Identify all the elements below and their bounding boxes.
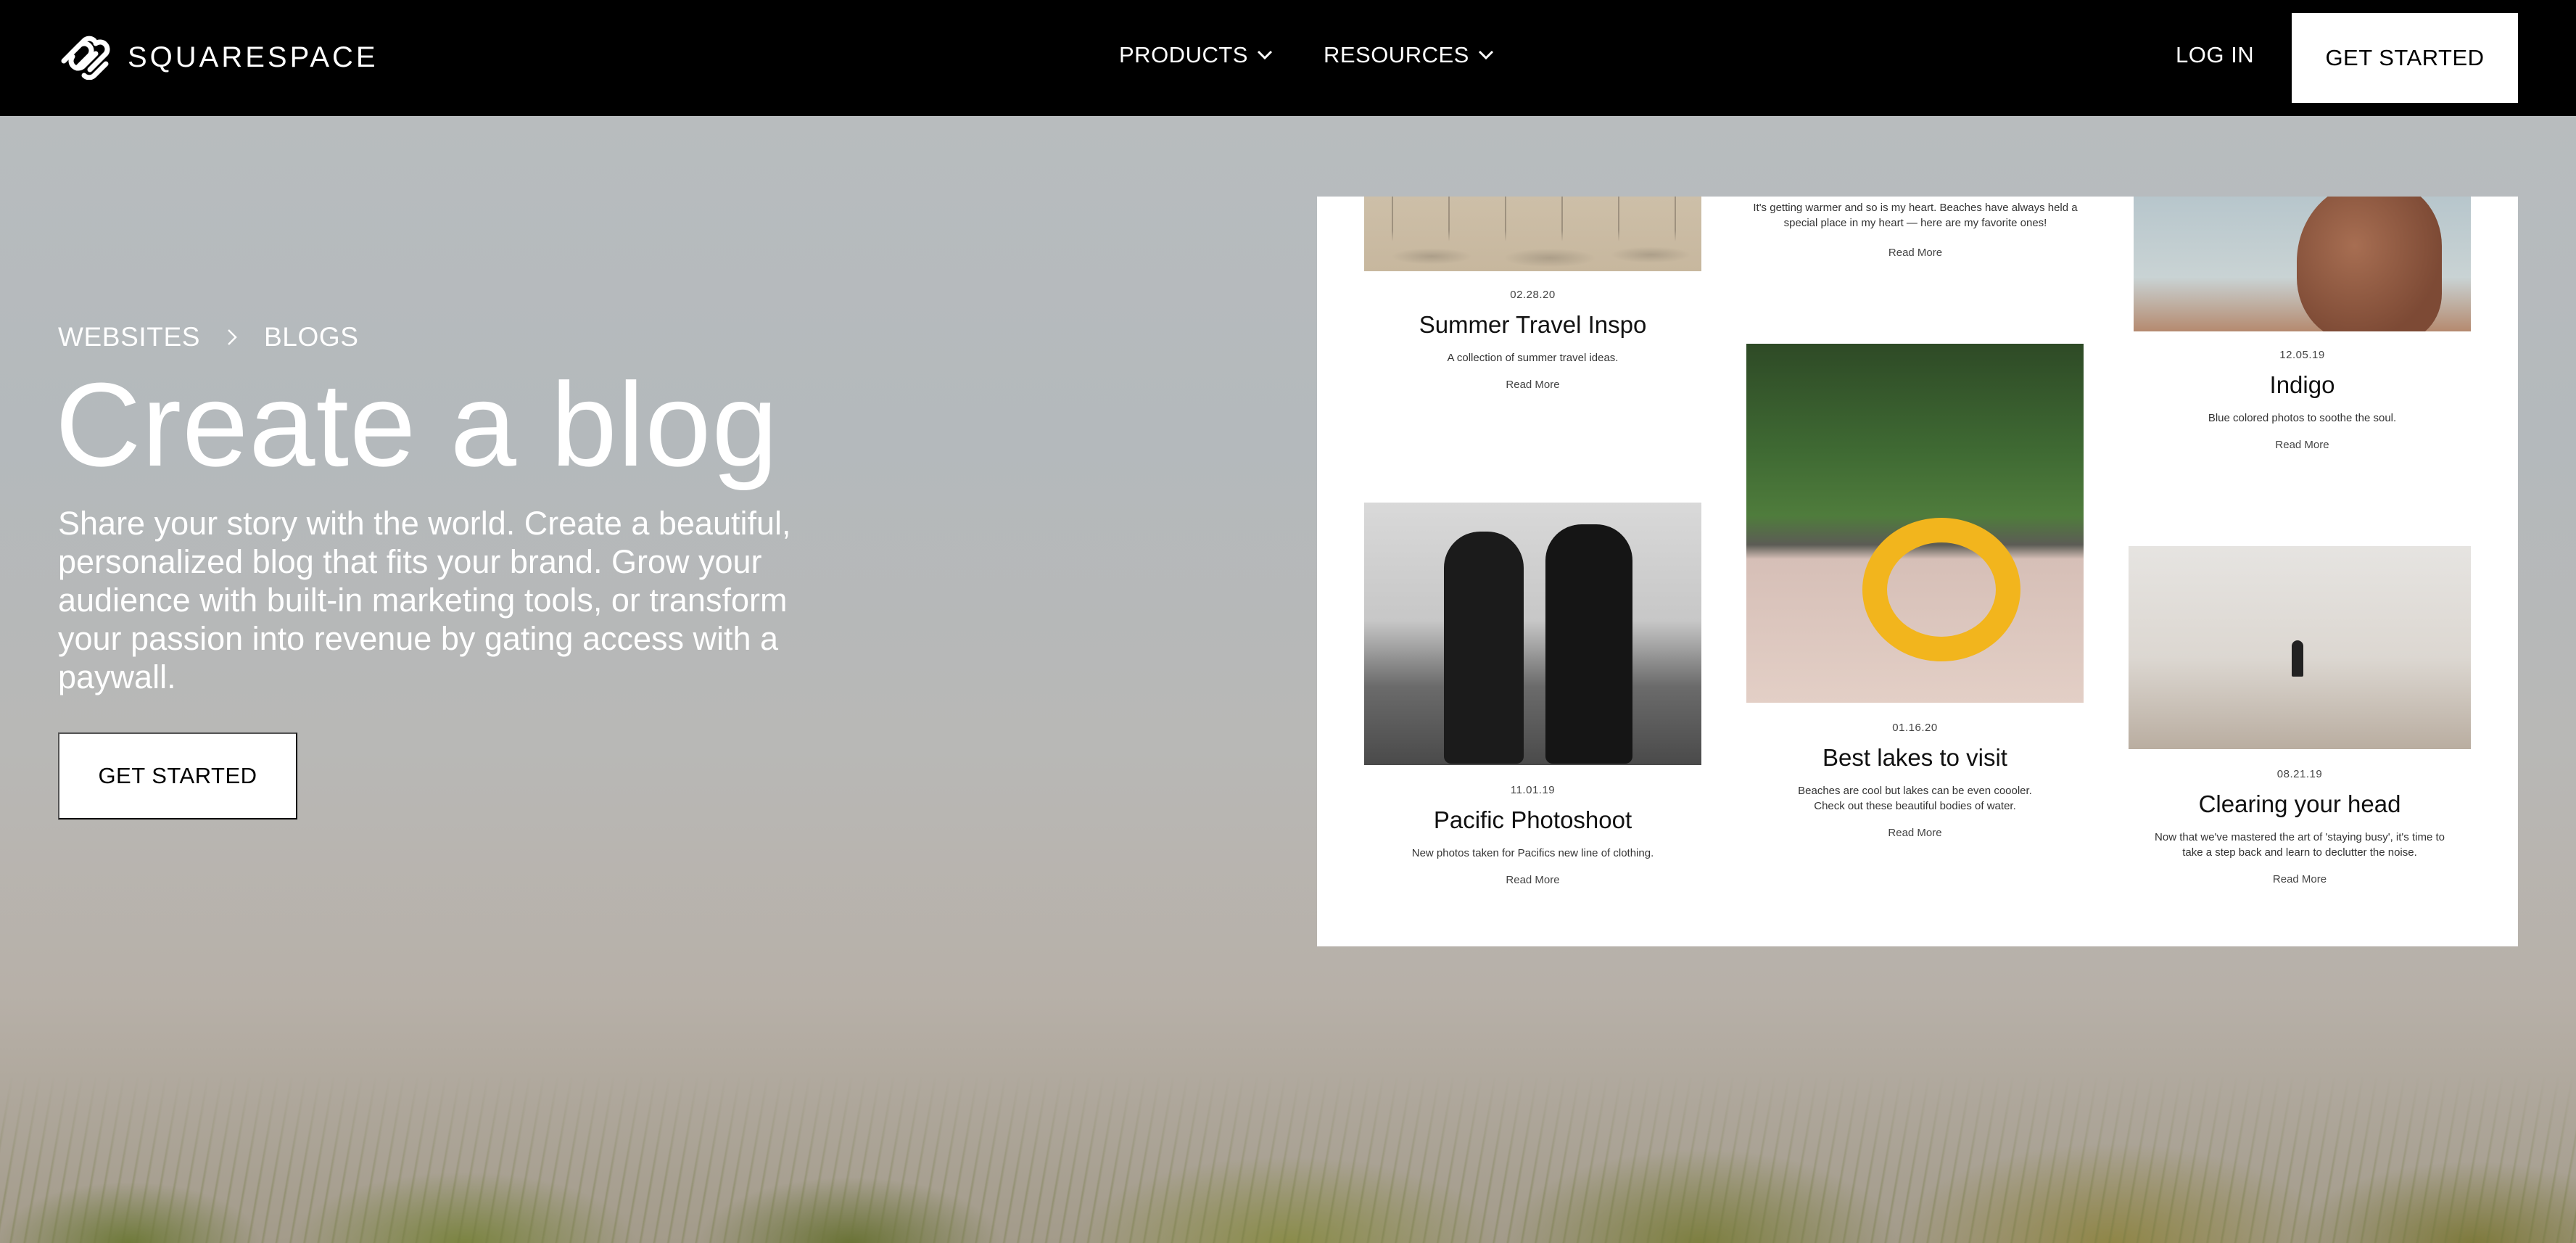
- read-more-link[interactable]: Read More: [1746, 827, 2084, 839]
- nav-resources[interactable]: RESOURCES: [1324, 42, 1494, 68]
- background-grass-texture: [0, 1076, 2576, 1243]
- post-title: Pacific Photoshoot: [1433, 806, 1632, 833]
- blog-post-card[interactable]: 11.01.19 Pacific Photoshoot New photos t…: [1364, 503, 1701, 886]
- login-link[interactable]: LOG IN: [2176, 42, 2254, 68]
- post-description: New photos taken for Pacifics new line o…: [1411, 847, 1654, 859]
- post-date: 11.01.19: [1510, 784, 1556, 796]
- read-more-link[interactable]: Read More: [1364, 379, 1701, 391]
- nav-resources-label: RESOURCES: [1323, 42, 1469, 67]
- read-more-link[interactable]: Read More: [1364, 874, 1701, 886]
- chevron-right-icon: [228, 329, 237, 345]
- post-description: A collection of summer travel ideas.: [1447, 352, 1619, 364]
- post-date: 02.28.20: [1510, 289, 1556, 301]
- blog-post-card[interactable]: 01.16.20 Best lakes to visit Beaches are…: [1746, 344, 2084, 839]
- post-description: Now that we've mastered the art of 'stay…: [2155, 831, 2445, 859]
- blog-post-card[interactable]: It's getting warmer and so is my heart. …: [1745, 200, 2086, 259]
- nav-menu: PRODUCTS RESOURCES: [1119, 42, 1494, 68]
- logo[interactable]: SQUARESPACE: [58, 35, 379, 80]
- breadcrumb-websites[interactable]: WEBSITES: [58, 322, 200, 352]
- read-more-link[interactable]: Read More: [1745, 247, 2086, 259]
- blog-post-card[interactable]: 12.05.19 Indigo Blue colored photos to s…: [2134, 197, 2471, 451]
- breadcrumb: WEBSITES BLOGS: [58, 322, 359, 352]
- read-more-link[interactable]: Read More: [2134, 439, 2471, 451]
- post-description: Blue colored photos to soothe the soul.: [2208, 412, 2397, 424]
- get-started-button-nav[interactable]: GET STARTED: [2292, 13, 2518, 103]
- squarespace-logo-icon: [61, 36, 110, 80]
- post-image: [1364, 503, 1701, 765]
- post-description: Beaches are cool but lakes can be even c…: [1798, 785, 2032, 812]
- breadcrumb-blogs[interactable]: BLOGS: [264, 322, 359, 352]
- post-image: [1746, 344, 2084, 703]
- blog-template-preview: 02.28.20 Summer Travel Inspo A collectio…: [1317, 197, 2518, 946]
- post-title: Indigo: [2269, 371, 2335, 398]
- logo-text: SQUARESPACE: [128, 41, 379, 73]
- post-title: Clearing your head: [2198, 790, 2401, 817]
- post-image: [1364, 197, 1701, 271]
- post-title: Best lakes to visit: [1822, 744, 2007, 771]
- chevron-down-icon: [1478, 50, 1493, 60]
- blog-post-card[interactable]: 02.28.20 Summer Travel Inspo A collectio…: [1364, 197, 1701, 391]
- blog-post-card[interactable]: 08.21.19 Clearing your head Now that we'…: [2129, 546, 2471, 885]
- post-image: [2129, 546, 2471, 749]
- post-date: 08.21.19: [2276, 768, 2323, 780]
- post-date: 01.16.20: [1892, 722, 1938, 734]
- page-title: Create a blog: [55, 358, 779, 491]
- nav-products-label: PRODUCTS: [1119, 42, 1248, 67]
- post-date: 12.05.19: [2279, 349, 2325, 361]
- post-image: [2134, 197, 2471, 331]
- nav-products[interactable]: PRODUCTS: [1119, 42, 1273, 68]
- top-nav: SQUARESPACE PRODUCTS RESOURCES LOG IN GE…: [0, 0, 2576, 116]
- read-more-link[interactable]: Read More: [2129, 873, 2471, 885]
- post-description: It's getting warmer and so is my heart. …: [1753, 202, 2078, 229]
- hero-description: Share your story with the world. Create …: [58, 505, 791, 695]
- chevron-down-icon: [1257, 50, 1273, 60]
- get-started-button-hero[interactable]: GET STARTED: [58, 732, 297, 819]
- post-title: Summer Travel Inspo: [1419, 311, 1647, 338]
